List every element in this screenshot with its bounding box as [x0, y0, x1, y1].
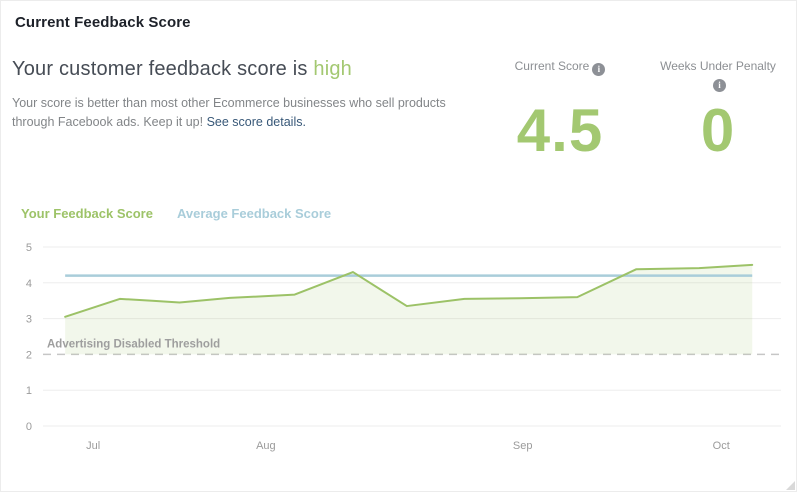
score-description-line1: Your score is better than most other Eco… — [12, 96, 446, 110]
see-score-details-link[interactable]: See score details. — [207, 115, 306, 129]
feedback-score-card: Current Feedback Score Your customer fee… — [0, 0, 797, 492]
x-axis-label: Jul — [86, 440, 100, 452]
info-icon[interactable]: i — [592, 63, 605, 76]
weeks-under-penalty-label-text: Weeks Under Penalty — [660, 59, 776, 73]
current-score-label: Current Scorei — [502, 58, 618, 95]
y-tick-label: 5 — [26, 242, 32, 254]
info-icon[interactable]: i — [713, 79, 726, 92]
x-axis-label: Oct — [713, 440, 730, 452]
legend-your-feedback-score[interactable]: Your Feedback Score — [21, 206, 153, 221]
score-summary: Your customer feedback score is high You… — [12, 58, 482, 133]
threshold-label: Advertising Disabled Threshold — [47, 338, 220, 350]
y-tick-label: 3 — [26, 314, 32, 326]
x-axis-label: Aug — [256, 440, 276, 452]
resize-grip[interactable] — [786, 481, 795, 490]
score-description: Your score is better than most other Eco… — [12, 94, 482, 133]
current-score-label-text: Current Score — [515, 59, 590, 73]
score-heading: Your customer feedback score is high — [12, 58, 482, 81]
score-level-badge: high — [313, 58, 352, 80]
y-tick-label: 2 — [26, 349, 32, 361]
stats-panel: Current Scorei 4.5 Weeks Under Penaltyi … — [502, 58, 782, 161]
weeks-under-penalty-value: 0 — [654, 101, 782, 161]
feedback-score-chart: 5 4 3 2 1 0 Advertising Disabled Threshold Jul A… — [1, 231, 796, 481]
x-axis-label: Sep — [513, 440, 533, 452]
y-tick-label: 1 — [26, 385, 32, 397]
page-title: Current Feedback Score — [15, 14, 191, 31]
legend-average-feedback-score[interactable]: Average Feedback Score — [177, 206, 331, 221]
y-tick-label: 0 — [26, 421, 32, 433]
score-description-line2: through Facebook ads. Keep it up! — [12, 115, 203, 129]
weeks-under-penalty-label: Weeks Under Penalty i — [654, 58, 782, 95]
score-heading-text: Your customer feedback score is — [12, 58, 308, 80]
y-tick-label: 4 — [26, 278, 32, 290]
chart-legend: Your Feedback Score Average Feedback Sco… — [21, 206, 331, 221]
current-score-stat: Current Scorei 4.5 — [502, 58, 618, 161]
current-score-value: 4.5 — [502, 101, 618, 161]
weeks-under-penalty-stat: Weeks Under Penalty i 0 — [654, 58, 782, 161]
